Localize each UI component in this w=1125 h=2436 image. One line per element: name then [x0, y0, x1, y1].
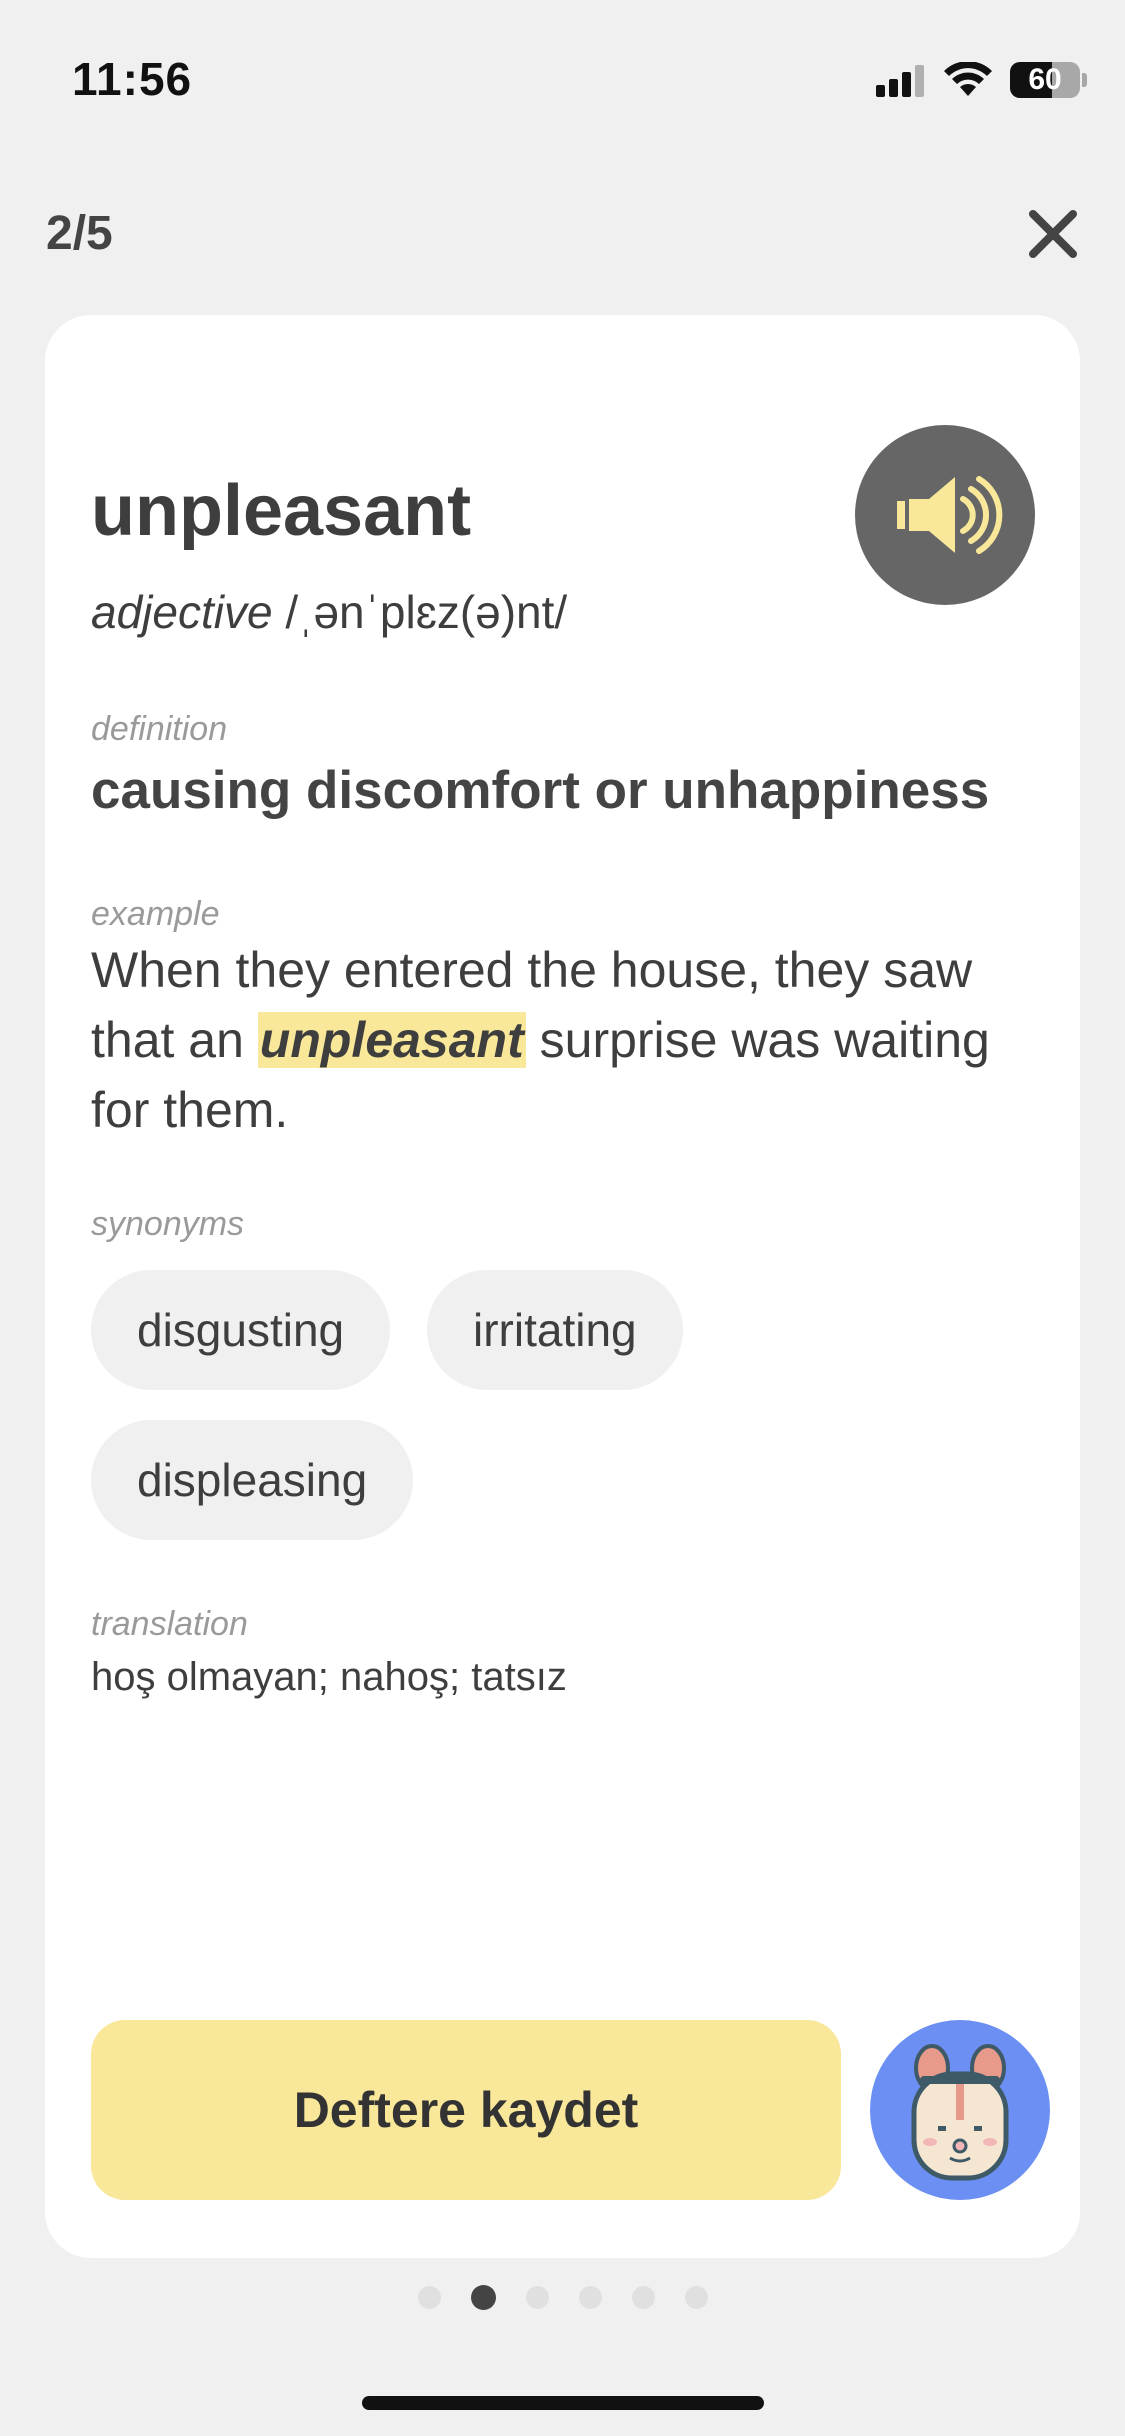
page-dot [578, 2285, 602, 2309]
pos-pronunciation: adjective /ˌənˈplɛz(ə)nt/ [91, 585, 567, 639]
definition-text: causing discomfort or unhappiness [91, 761, 990, 820]
close-button[interactable] [1021, 202, 1085, 266]
part-of-speech: adjective [91, 586, 273, 638]
save-to-notebook-button[interactable]: Deftere kaydet [91, 2020, 841, 2200]
status-bar: 11:56 60 [0, 0, 1125, 150]
bunny-mascot-icon [911, 2044, 1009, 2181]
close-icon [1029, 210, 1077, 258]
page-dot [525, 2285, 549, 2309]
pronounce-button[interactable] [855, 425, 1035, 605]
translation-label: translation [91, 1605, 248, 1643]
page-dot [631, 2285, 655, 2309]
battery-icon: 60 [1010, 62, 1080, 98]
mascot-button[interactable] [870, 2020, 1050, 2200]
wifi-icon [944, 62, 992, 96]
battery-cap [1082, 73, 1087, 87]
word-card: unpleasant adjective /ˌənˈplɛz(ə)nt/ def… [45, 315, 1080, 2258]
page-dot [417, 2285, 441, 2309]
word-title: unpleasant [91, 471, 472, 551]
status-time: 11:56 [72, 53, 193, 105]
pronunciation: /ˌənˈplɛz(ə)nt/ [285, 586, 568, 638]
example-label: example [91, 895, 220, 933]
synonym-chip[interactable]: irritating [427, 1270, 683, 1390]
status-icons: 60 [876, 58, 1087, 102]
example-text: When they entered the house, they saw th… [91, 935, 1061, 1145]
top-nav: 2/5 [0, 190, 1125, 280]
progress-counter: 2/5 [46, 207, 113, 260]
page-dot [684, 2285, 708, 2309]
synonym-chip[interactable]: displeasing [91, 1420, 414, 1540]
battery-level: 60 [1028, 63, 1062, 96]
definition-label: definition [91, 710, 228, 748]
speaker-icon [897, 476, 1003, 554]
synonym-chip[interactable]: disgusting [91, 1270, 391, 1390]
synonyms-label: synonyms [91, 1205, 245, 1243]
cellular-signal-icon [876, 65, 924, 97]
page-dot-active [470, 2284, 496, 2310]
example-highlight: unpleasant [257, 1012, 526, 1068]
page-indicator [0, 2282, 1125, 2312]
translation-text: hoş olmayan; nahoş; tatsız [91, 1655, 567, 1699]
home-indicator[interactable] [362, 2396, 764, 2410]
